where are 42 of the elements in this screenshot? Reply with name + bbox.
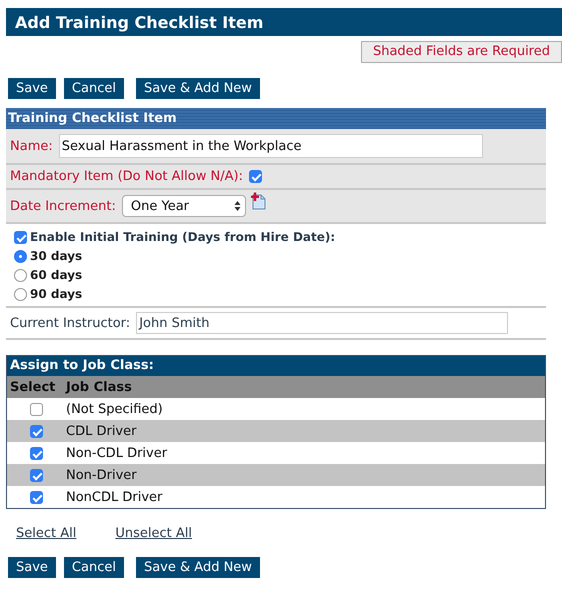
instructor-field[interactable]: John Smith xyxy=(136,312,508,334)
cancel-button[interactable]: Cancel xyxy=(64,557,124,578)
unselect-all-link[interactable]: Unselect All xyxy=(115,526,192,541)
radio-button[interactable] xyxy=(14,268,27,282)
table-cell-text: Non-Driver xyxy=(65,468,137,482)
checkbox[interactable] xyxy=(30,446,42,460)
save-button[interactable]: Save xyxy=(8,78,56,99)
checkbox[interactable] xyxy=(30,490,42,504)
field-label: Date Increment: xyxy=(10,198,116,214)
save-and-add-new-button[interactable]: Save & Add New xyxy=(136,557,260,578)
checkbox[interactable] xyxy=(248,170,262,183)
field-label: Name: xyxy=(10,138,53,154)
checkbox[interactable] xyxy=(30,468,42,482)
up-down-arrows-icon xyxy=(234,200,241,212)
table-cell-text: (Not Specified) xyxy=(65,402,163,416)
checkbox[interactable] xyxy=(14,230,27,244)
save-and-add-new-button[interactable]: Save & Add New xyxy=(136,78,260,99)
cancel-button[interactable]: Cancel xyxy=(64,78,124,99)
select-all-link[interactable]: Select All xyxy=(16,526,76,541)
table-cell-text: Non-CDL Driver xyxy=(65,446,168,460)
radio-button[interactable] xyxy=(14,250,27,262)
field-label: Enable Initial Training (Days from Hire Date): xyxy=(30,230,336,244)
page-title: Add Training Checklist Item xyxy=(6,8,562,36)
column-header: Job Class xyxy=(64,380,132,394)
option-label: 90 days xyxy=(30,287,82,301)
add-document-icon[interactable] xyxy=(250,192,266,210)
checkbox[interactable] xyxy=(30,424,42,438)
radio-button[interactable] xyxy=(14,288,27,300)
date-increment-select[interactable]: One Year xyxy=(122,195,246,217)
table-cell-text: NonCDL Driver xyxy=(65,490,162,504)
option-label: 30 days xyxy=(30,249,82,263)
table-cell-text: CDL Driver xyxy=(65,424,136,438)
required-note: Shaded Fields are Required xyxy=(360,41,562,63)
column-header: Select xyxy=(9,380,56,394)
name-field[interactable]: Sexual Harassment in the Workplace xyxy=(58,134,483,158)
checkbox[interactable] xyxy=(30,402,42,416)
field-label: Mandatory Item (Do Not Allow N/A): xyxy=(10,169,243,184)
save-button[interactable]: Save xyxy=(8,557,56,578)
option-label: 60 days xyxy=(30,268,82,282)
field-label: Current Instructor: xyxy=(10,316,130,330)
table-title: Assign to Job Class: xyxy=(7,356,545,376)
section-header: Training Checklist Item xyxy=(6,108,546,129)
